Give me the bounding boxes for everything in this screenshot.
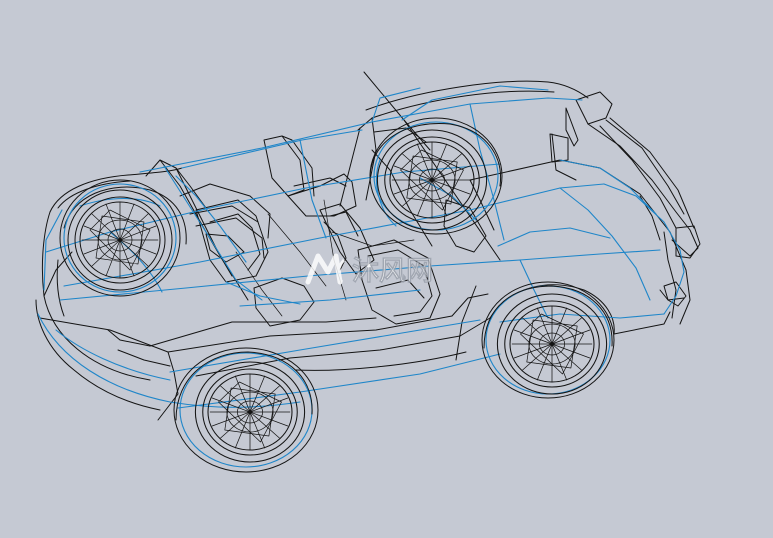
rear-right-wheel [481,281,615,399]
watermark: 沐风网 [305,253,433,287]
front-left-wheel [59,179,181,297]
reference-edges [37,85,685,409]
car-wireframe-model[interactable]: 沐风网 [0,0,773,538]
mf-logo-icon [305,253,346,285]
cad-viewport[interactable]: 沐风网 [0,0,773,538]
watermark-text: 沐风网 [352,256,433,287]
